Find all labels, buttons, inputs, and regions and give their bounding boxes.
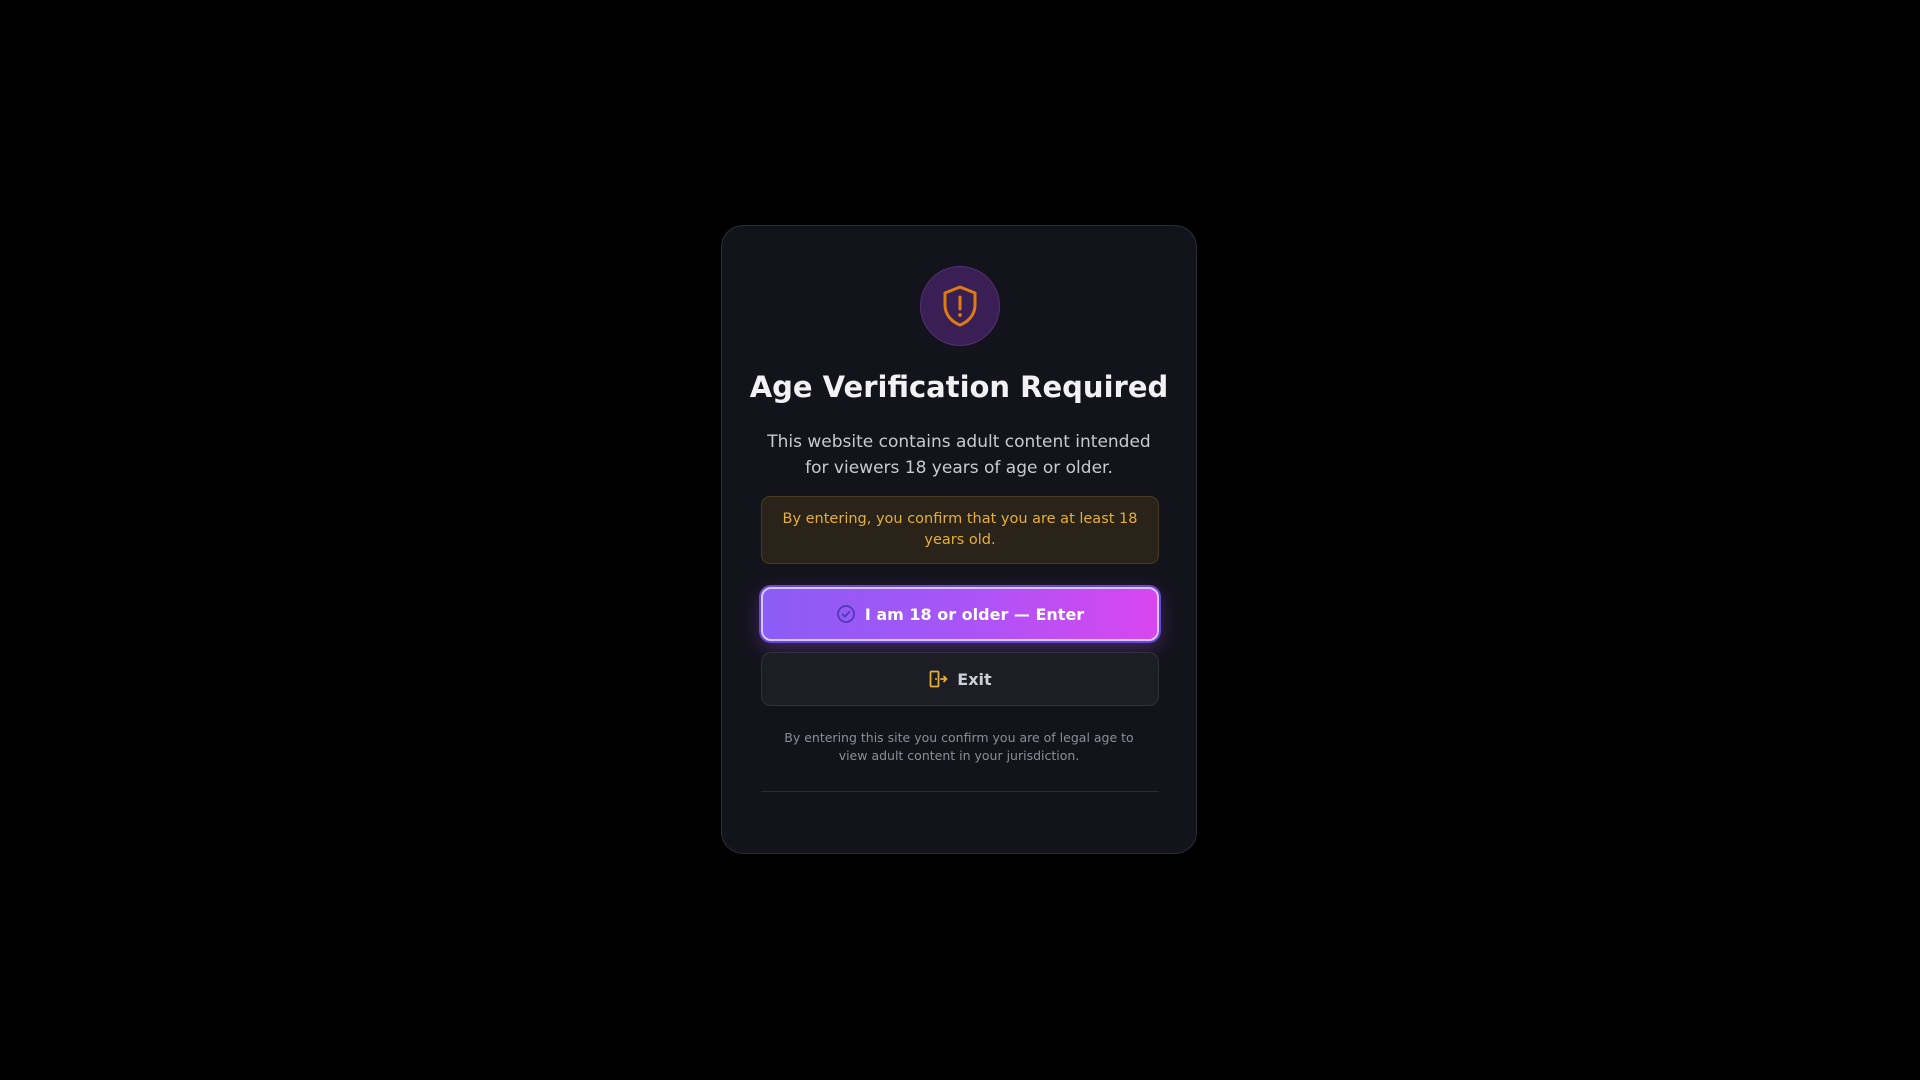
enter-button-label: I am 18 or older — Enter	[864, 604, 1085, 624]
exit-button-label: Exit	[957, 669, 992, 689]
divider	[761, 791, 1159, 792]
age-notice: By entering, you confirm that you are at…	[761, 496, 1159, 564]
legal-disclaimer: By entering this site you confirm you ar…	[784, 730, 1134, 763]
modal-description: This website contains adult content inte…	[767, 432, 1151, 478]
age-verification-modal: Age Verification Required This website c…	[721, 225, 1197, 854]
shield-alert-icon	[940, 284, 980, 328]
check-circle-icon	[836, 604, 856, 624]
door-exit-icon	[928, 669, 948, 689]
shield-badge	[920, 266, 1000, 346]
age-notice-text: By entering, you confirm that you are at…	[782, 511, 1138, 548]
enter-button[interactable]: I am 18 or older — Enter	[761, 587, 1159, 641]
exit-button[interactable]: Exit	[761, 652, 1159, 706]
modal-title: Age Verification Required	[749, 370, 1169, 404]
